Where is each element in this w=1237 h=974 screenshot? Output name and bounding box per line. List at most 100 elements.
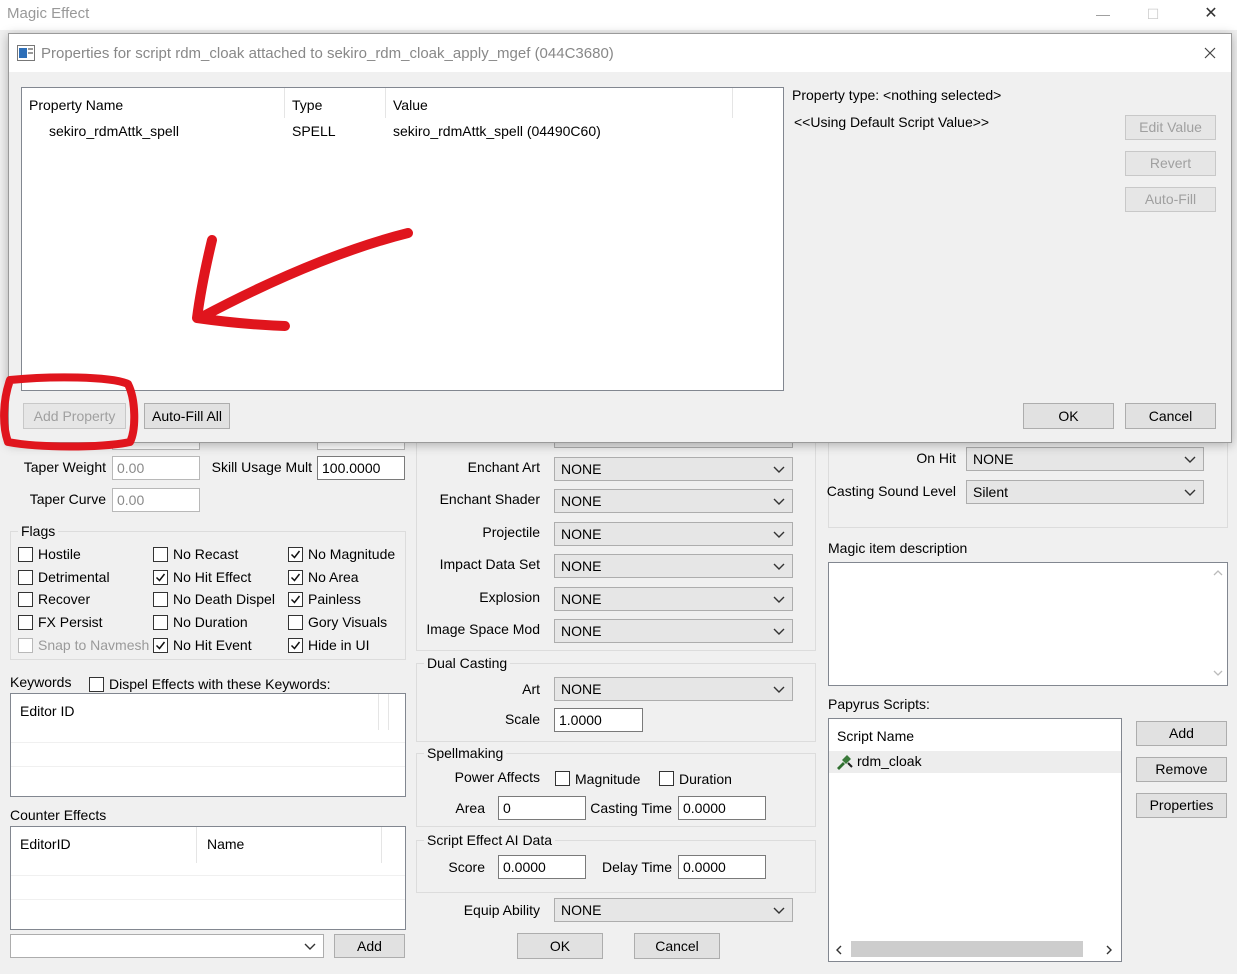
add-property-button[interactable]: Add Property <box>23 403 126 429</box>
dispel-label: Dispel Effects with these Keywords: <box>109 676 331 692</box>
dual-art-select[interactable]: NONE <box>554 677 793 701</box>
header-type[interactable]: Type <box>292 97 322 113</box>
maximize-button[interactable]: ☐ <box>1130 0 1176 30</box>
flag-recover-checkbox[interactable] <box>18 592 33 607</box>
explosion-select[interactable]: NONE <box>554 587 793 611</box>
score-field[interactable]: 0.0000 <box>498 855 586 879</box>
on-hit-select[interactable]: NONE <box>966 447 1204 471</box>
properties-table[interactable]: Property Name Type Value sekiro_rdmAttk_… <box>21 87 784 391</box>
table-row[interactable]: sekiro_rdmAttk_spell SPELL sekiro_rdmAtt… <box>22 120 783 142</box>
flag-gory-visuals-label: Gory Visuals <box>308 614 388 630</box>
flag-no-magnitude-checkbox[interactable] <box>288 547 303 562</box>
equip-ability-select[interactable]: NONE <box>554 898 793 922</box>
script-item[interactable]: rdm_cloak <box>829 751 1121 773</box>
scroll-up-icon[interactable] <box>1213 569 1223 577</box>
chevron-down-icon <box>773 531 785 538</box>
counter-add-button[interactable]: Add <box>334 934 405 958</box>
skill-usage-mult-label: Skill Usage Mult <box>211 459 312 475</box>
chevron-down-icon <box>1184 456 1196 463</box>
column-separator <box>196 827 197 863</box>
scroll-thumb[interactable] <box>851 941 1083 957</box>
scrollbar[interactable] <box>1209 563 1227 685</box>
row-line <box>11 899 405 900</box>
taper-curve-field[interactable]: 0.00 <box>112 488 200 512</box>
skill-usage-mult-field[interactable]: 100.0000 <box>317 456 405 480</box>
flag-hostile-checkbox[interactable] <box>18 547 33 562</box>
casting-sound-select[interactable]: Silent <box>966 480 1204 504</box>
flag-no-hit-event-label: No Hit Event <box>173 637 252 653</box>
duration-checkbox[interactable] <box>659 771 674 786</box>
papyrus-scripts-label: Papyrus Scripts: <box>828 696 930 712</box>
scripts-list[interactable]: Script Name rdm_cloak <box>828 718 1122 962</box>
script-name-header[interactable]: Script Name <box>837 728 914 744</box>
magic-desc-textarea[interactable] <box>828 562 1228 686</box>
taper-weight-field[interactable]: 0.00 <box>112 456 200 480</box>
magnitude-label: Magnitude <box>575 771 641 787</box>
editorid-header[interactable]: EditorID <box>20 836 71 852</box>
horizontal-scrollbar[interactable] <box>829 939 1121 961</box>
auto-fill-button[interactable]: Auto-Fill <box>1125 187 1216 212</box>
flag-detrimental-checkbox[interactable] <box>18 570 33 585</box>
magnitude-checkbox[interactable] <box>555 771 570 786</box>
minimize-button[interactable]: — <box>1080 0 1126 30</box>
scroll-right-icon[interactable] <box>1105 945 1113 955</box>
revert-button[interactable]: Revert <box>1125 151 1216 176</box>
image-space-mod-value: NONE <box>561 623 602 639</box>
keywords-label: Keywords <box>10 674 72 690</box>
flag-no-area-checkbox[interactable] <box>288 570 303 585</box>
flag-no-death-dispel-checkbox[interactable] <box>153 592 168 607</box>
delay-time-field[interactable]: 0.0000 <box>678 855 766 879</box>
header-property-name[interactable]: Property Name <box>29 97 123 113</box>
flag-fx-persist-checkbox[interactable] <box>18 615 33 630</box>
dialog-title: Properties for script rdm_cloak attached… <box>41 45 614 62</box>
edit-value-button[interactable]: Edit Value <box>1125 115 1216 140</box>
flag-no-hit-effect-checkbox[interactable] <box>153 570 168 585</box>
column-separator <box>732 88 733 118</box>
impact-data-set-value: NONE <box>561 558 602 574</box>
scale-field[interactable]: 1.0000 <box>554 708 643 732</box>
impact-data-set-select[interactable]: NONE <box>554 554 793 578</box>
area-field[interactable]: 0 <box>498 796 586 820</box>
script-remove-button[interactable]: Remove <box>1136 757 1227 782</box>
projectile-select[interactable]: NONE <box>554 522 793 546</box>
script-add-button[interactable]: Add <box>1136 721 1227 746</box>
image-space-mod-select[interactable]: NONE <box>554 619 793 643</box>
counter-effects-list[interactable]: EditorID Name <box>10 826 406 930</box>
casting-time-field[interactable]: 0.0000 <box>678 796 766 820</box>
flag-no-hit-event-checkbox[interactable] <box>153 638 168 653</box>
flag-no-death-dispel-label: No Death Dispel <box>173 591 275 607</box>
enchant-art-value: NONE <box>561 461 602 477</box>
auto-fill-all-button[interactable]: Auto-Fill All <box>144 403 230 429</box>
flag-snap-to-navmesh-checkbox <box>18 638 33 653</box>
dispel-checkbox[interactable] <box>89 677 104 692</box>
title-bar <box>0 0 1237 30</box>
row-line <box>11 875 405 876</box>
main-cancel-button[interactable]: Cancel <box>634 933 720 959</box>
keywords-list[interactable]: Editor ID <box>10 693 406 797</box>
header-value[interactable]: Value <box>393 97 428 113</box>
name-header[interactable]: Name <box>207 836 244 852</box>
flag-no-duration-checkbox[interactable] <box>153 615 168 630</box>
enchant-art-select[interactable]: NONE <box>554 457 793 481</box>
dialog-close-icon[interactable] <box>1204 47 1216 59</box>
enchant-art-label: Enchant Art <box>467 459 540 475</box>
flag-painless-label: Painless <box>308 591 361 607</box>
editor-id-header[interactable]: Editor ID <box>20 703 74 719</box>
script-item-label: rdm_cloak <box>857 753 922 769</box>
dialog-cancel-button[interactable]: Cancel <box>1125 403 1216 429</box>
flag-hide-in-ui-checkbox[interactable] <box>288 638 303 653</box>
flag-no-recast-checkbox[interactable] <box>153 547 168 562</box>
scroll-left-icon[interactable] <box>835 945 843 955</box>
enchant-shader-select[interactable]: NONE <box>554 489 793 513</box>
dialog-ok-button[interactable]: OK <box>1023 403 1114 429</box>
enchant-shader-value: NONE <box>561 493 602 509</box>
script-properties-button[interactable]: Properties <box>1136 793 1227 818</box>
column-separator <box>284 88 285 118</box>
flag-gory-visuals-checkbox[interactable] <box>288 615 303 630</box>
counter-effect-select[interactable] <box>10 934 324 958</box>
main-ok-button[interactable]: OK <box>517 933 603 959</box>
close-button[interactable]: ✕ <box>1188 0 1234 30</box>
scroll-down-icon[interactable] <box>1213 669 1223 677</box>
flag-painless-checkbox[interactable] <box>288 592 303 607</box>
dual-art-value: NONE <box>561 681 602 697</box>
